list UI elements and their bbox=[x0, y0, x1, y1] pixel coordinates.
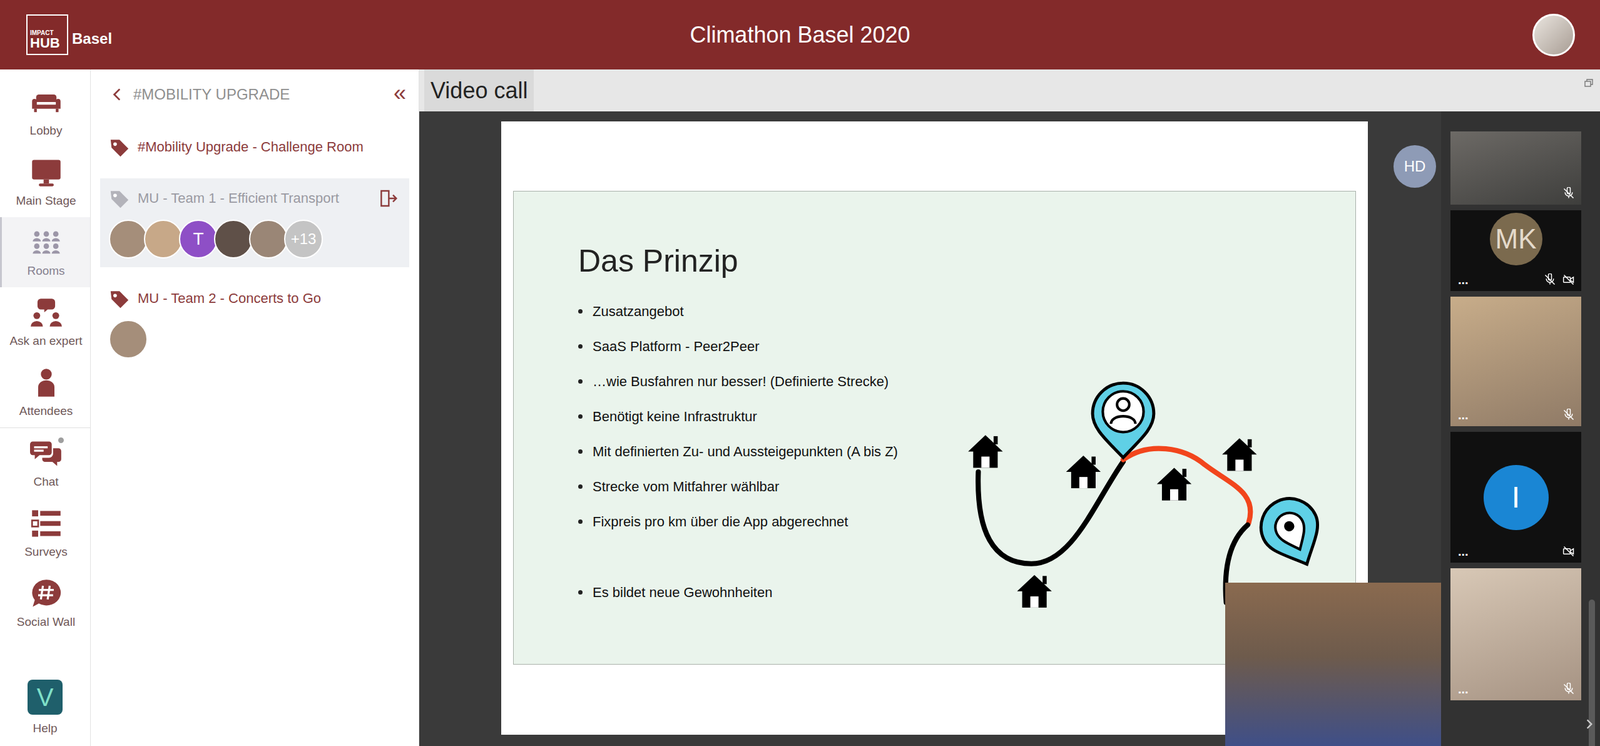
tag-icon bbox=[108, 288, 131, 310]
nav-label: Surveys bbox=[24, 545, 68, 559]
tile-menu-button[interactable]: ... bbox=[1457, 682, 1469, 696]
back-icon[interactable] bbox=[109, 86, 126, 103]
member-avatar[interactable] bbox=[108, 319, 148, 359]
couch-icon bbox=[30, 86, 63, 119]
top-bar: IMPACT HUB Basel Climathon Basel 2020 bbox=[0, 0, 1600, 70]
member-avatar[interactable] bbox=[214, 219, 253, 259]
member-avatar[interactable]: T bbox=[178, 219, 218, 259]
mic-off-icon bbox=[1562, 408, 1575, 422]
rooms-panel: #MOBILITY UPGRADE « #Mobility Upgrade - … bbox=[90, 69, 420, 746]
room-name: MU - Team 1 - Efficient Transport bbox=[137, 187, 340, 210]
social-wall-icon bbox=[30, 577, 63, 611]
participant-avatar: MK bbox=[1489, 212, 1543, 266]
survey-icon bbox=[30, 507, 63, 541]
mic-off-icon bbox=[1562, 682, 1575, 696]
nav-label: Ask an expert bbox=[9, 334, 82, 348]
nav-label: Lobby bbox=[30, 123, 63, 138]
monitor-icon bbox=[30, 156, 63, 189]
tag-icon bbox=[108, 188, 131, 210]
stage: Das Prinzip ZusatzangebotSaaS Platform -… bbox=[419, 111, 1442, 746]
logo-small-text: IMPACT bbox=[30, 30, 65, 37]
nav-item[interactable]: Lobby bbox=[0, 76, 91, 148]
self-view bbox=[1225, 582, 1442, 746]
tile-menu-button[interactable]: ... bbox=[1457, 408, 1469, 422]
video-call-tab[interactable]: Video call bbox=[430, 73, 528, 108]
participant-tile[interactable]: I... bbox=[1450, 431, 1582, 563]
nav-item[interactable]: Social Wall bbox=[0, 568, 91, 639]
tile-menu-button[interactable]: ... bbox=[1457, 545, 1469, 558]
help-logo-icon: V bbox=[27, 679, 63, 715]
room-item[interactable]: #Mobility Upgrade - Challenge Room bbox=[100, 127, 410, 168]
nav-item[interactable]: Surveys bbox=[0, 498, 91, 569]
slide-bullet: …wie Busfahren nur besser! (Definierte S… bbox=[578, 363, 1356, 399]
member-avatar[interactable] bbox=[143, 219, 183, 259]
nav-label: Chat bbox=[33, 474, 59, 489]
presenter-initials: HD bbox=[1404, 155, 1427, 178]
user-avatar[interactable] bbox=[1532, 13, 1575, 57]
slide-bullet: Zusatzangebot bbox=[578, 293, 1356, 329]
nav-item[interactable]: Ask an expert bbox=[0, 287, 91, 358]
help-item[interactable]: V Help bbox=[0, 679, 91, 746]
mic-off-icon bbox=[1562, 187, 1575, 200]
nav-label: Main Stage bbox=[15, 193, 76, 208]
nav-divider bbox=[0, 427, 91, 429]
slide-title: Das Prinzip bbox=[578, 242, 1356, 280]
leave-room-icon[interactable] bbox=[377, 188, 398, 209]
room-item[interactable]: MU - Team 1 - Efficient Transport T +13 bbox=[100, 178, 410, 268]
room-item[interactable]: MU - Team 2 - Concerts to Go bbox=[100, 278, 410, 368]
participant-tile[interactable] bbox=[1450, 131, 1582, 205]
nav-item[interactable]: Rooms bbox=[0, 217, 91, 288]
tag-icon bbox=[108, 137, 131, 159]
restore-icon[interactable] bbox=[1583, 78, 1594, 89]
member-avatar[interactable] bbox=[108, 219, 148, 259]
participant-tile[interactable]: MK... bbox=[1450, 210, 1582, 291]
logo[interactable]: IMPACT HUB Basel bbox=[0, 14, 680, 56]
nav-item[interactable]: Main Stage bbox=[0, 147, 91, 218]
help-label: Help bbox=[32, 719, 57, 738]
participant-avatar: I bbox=[1483, 464, 1549, 530]
nav-label: Attendees bbox=[19, 404, 74, 418]
mic-off-icon bbox=[1543, 273, 1557, 286]
route-illustration bbox=[959, 377, 1342, 613]
slide-bullet: SaaS Platform - Peer2Peer bbox=[578, 328, 1356, 364]
event-title: Climathon Basel 2020 bbox=[679, 18, 920, 52]
collapse-button[interactable]: « bbox=[393, 81, 407, 108]
nav-item[interactable]: Attendees bbox=[0, 357, 91, 428]
camera-off-icon bbox=[1562, 273, 1575, 286]
participant-tile[interactable]: ... bbox=[1450, 296, 1582, 427]
participant-tile[interactable]: ... bbox=[1450, 568, 1582, 701]
logo-city-text: Basel bbox=[71, 27, 113, 51]
camera-off-icon bbox=[1562, 545, 1575, 558]
member-avatar[interactable] bbox=[249, 219, 288, 259]
ask-expert-icon bbox=[30, 296, 63, 330]
rooms-header: #MOBILITY UPGRADE bbox=[133, 83, 387, 106]
nav-label: Rooms bbox=[26, 264, 65, 278]
room-name: #Mobility Upgrade - Challenge Room bbox=[137, 135, 364, 159]
main-nav: Lobby Main Stage Rooms Ask an expert Attende… bbox=[0, 69, 91, 746]
tile-menu-button[interactable]: ... bbox=[1457, 273, 1469, 286]
logo-big-text: HUB bbox=[30, 36, 65, 51]
participants-column: MK......I...... bbox=[1441, 111, 1600, 746]
nav-label: Social Wall bbox=[16, 615, 76, 629]
notification-dot bbox=[56, 436, 66, 445]
rooms-icon bbox=[30, 226, 63, 260]
room-name: MU - Team 2 - Concerts to Go bbox=[137, 287, 322, 310]
more-members-badge[interactable]: +13 bbox=[284, 219, 323, 259]
slide-bullet: Benötigt keine Infrastruktur bbox=[578, 398, 1356, 434]
presenter-avatar: HD bbox=[1393, 145, 1437, 188]
nav-item[interactable]: Chat bbox=[0, 428, 91, 499]
attendee-icon bbox=[30, 366, 63, 400]
video-area: Video call Das Prinzip ZusatzangebotSaaS… bbox=[419, 69, 1600, 746]
next-icon[interactable] bbox=[1583, 718, 1595, 730]
